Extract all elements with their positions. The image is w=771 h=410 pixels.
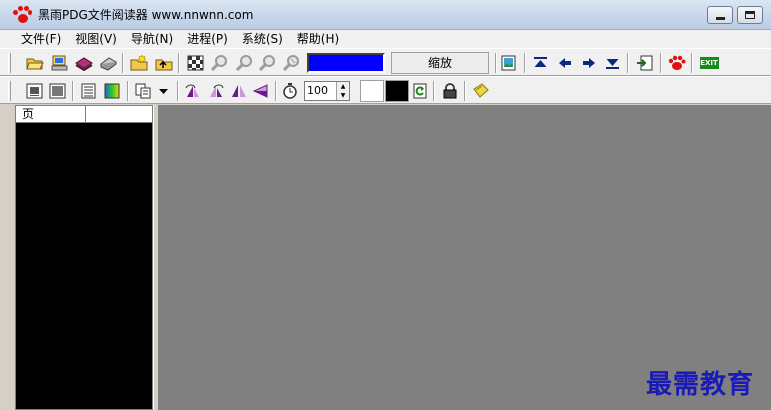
interval-value: 100 (307, 84, 328, 97)
paw-app-icon (12, 5, 32, 25)
export-icon[interactable] (636, 54, 654, 72)
window-title: 黑雨PDG文件阅读器 www.nnwnn.com (38, 8, 254, 22)
toolbar-separator (433, 81, 435, 101)
toolbar-separator (524, 53, 526, 73)
menu-system[interactable]: 系统(S) (235, 30, 290, 48)
color-swatch[interactable] (307, 53, 385, 73)
books-icon[interactable] (75, 54, 93, 72)
zoom-fit-icon[interactable] (283, 54, 301, 72)
note-icon[interactable] (472, 82, 490, 100)
page-column-header[interactable]: 页 (16, 106, 86, 122)
last-page-icon[interactable] (604, 54, 622, 72)
toolbar-separator (691, 53, 693, 73)
zoom-button[interactable]: 缩放 (391, 52, 489, 74)
zoom-out-icon[interactable] (259, 54, 277, 72)
toolbar-separator (178, 53, 180, 73)
stepper-down-icon[interactable]: ▼ (337, 91, 349, 100)
page-list-panel[interactable]: 页 (15, 105, 153, 410)
zoom-icon[interactable] (211, 54, 229, 72)
new-folder-icon[interactable] (130, 54, 148, 72)
toolbar-separator (122, 53, 124, 73)
exit-button[interactable]: EXIT (699, 54, 719, 72)
menu-view[interactable]: 视图(V) (68, 30, 124, 48)
next-page-icon[interactable] (580, 54, 598, 72)
toolbar-separator (464, 81, 466, 101)
print-icon[interactable] (99, 54, 117, 72)
interval-stepper[interactable]: 100 ▲ ▼ (304, 81, 350, 101)
page-list-header: 页 (16, 106, 152, 123)
computer-icon[interactable] (51, 54, 69, 72)
timer-icon[interactable] (281, 82, 299, 100)
minimize-button[interactable] (707, 6, 733, 24)
lock-icon[interactable] (441, 82, 459, 100)
flip-icon[interactable] (230, 82, 248, 100)
toolbar-separator (495, 53, 497, 73)
fullscreen-icon[interactable] (49, 82, 67, 100)
watermark-text: 最需教育 (646, 370, 755, 400)
menu-process[interactable]: 进程(P) (180, 30, 235, 48)
toolbar-grip[interactable] (8, 81, 11, 101)
restore-button[interactable] (737, 6, 763, 24)
menu-bar: 文件(F) 视图(V) 导航(N) 进程(P) 系统(S) 帮助(H) (0, 30, 771, 48)
rotate-left-icon[interactable] (184, 82, 202, 100)
triangle-icon[interactable] (252, 82, 270, 100)
gradient-icon[interactable] (103, 82, 121, 100)
rotate-right-icon[interactable] (207, 82, 225, 100)
checker-icon[interactable] (187, 54, 205, 72)
copy-icon[interactable] (135, 82, 153, 100)
main-toolbar: 缩放 EXIT (0, 48, 771, 76)
menu-file[interactable]: 文件(F) (14, 30, 68, 48)
minimize-icon (715, 16, 725, 20)
title-bar: 黑雨PDG文件阅读器 www.nnwnn.com (0, 0, 771, 30)
toolbar-separator (72, 81, 74, 101)
menu-navigate[interactable]: 导航(N) (124, 30, 180, 48)
list-icon[interactable] (80, 82, 98, 100)
toolbar-separator (127, 81, 129, 101)
open-folder-icon[interactable] (26, 54, 44, 72)
prev-page-icon[interactable] (556, 54, 574, 72)
image-icon[interactable] (500, 54, 518, 72)
exit-icon: EXIT (699, 57, 719, 69)
zoom-in-icon[interactable] (236, 54, 254, 72)
toolbar-separator (177, 81, 179, 101)
toolbar-separator (627, 53, 629, 73)
foreground-color-box[interactable] (360, 80, 384, 102)
toolbar-separator (660, 53, 662, 73)
refresh-icon[interactable] (411, 82, 429, 100)
restore-icon (745, 11, 755, 19)
secondary-toolbar: 100 ▲ ▼ (0, 76, 771, 104)
exit-label: EXIT (700, 59, 718, 67)
folder-up-icon[interactable] (155, 54, 173, 72)
stepper-up-icon[interactable]: ▲ (337, 82, 349, 91)
menu-help[interactable]: 帮助(H) (290, 30, 346, 48)
paw-icon[interactable] (668, 54, 686, 72)
background-color-box[interactable] (385, 80, 409, 102)
toolbar-grip[interactable] (8, 53, 11, 73)
first-page-icon[interactable] (532, 54, 550, 72)
dropdown-icon[interactable] (155, 82, 173, 100)
single-page-icon[interactable] (26, 82, 44, 100)
toolbar-separator (275, 81, 277, 101)
